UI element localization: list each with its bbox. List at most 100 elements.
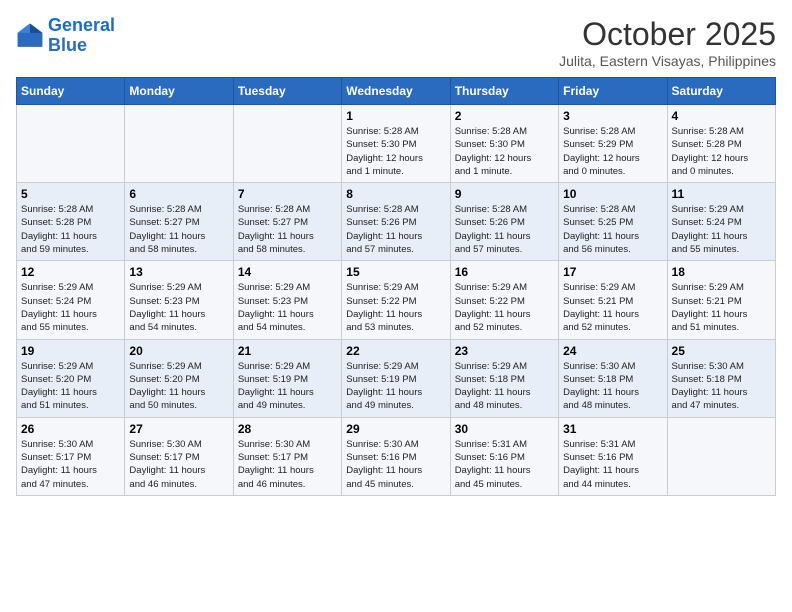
calendar-cell: 9 Sunrise: 5:28 AMSunset: 5:26 PMDaylight… [450, 183, 558, 261]
day-number: 26 [21, 422, 120, 436]
day-number: 8 [346, 187, 445, 201]
calendar-cell: 26 Sunrise: 5:30 AMSunset: 5:17 PMDayligh… [17, 417, 125, 495]
header-wednesday: Wednesday [342, 78, 450, 105]
calendar-cell: 16 Sunrise: 5:29 AMSunset: 5:22 PMDayligh… [450, 261, 558, 339]
calendar-week-row: 1 Sunrise: 5:28 AMSunset: 5:30 PMDaylight… [17, 105, 776, 183]
day-details: Sunrise: 5:29 AMSunset: 5:20 PMDaylight:… [21, 360, 120, 413]
location-subtitle: Julita, Eastern Visayas, Philippines [559, 53, 776, 69]
logo-line1: General [48, 15, 115, 35]
day-details: Sunrise: 5:30 AMSunset: 5:16 PMDaylight:… [346, 438, 445, 491]
calendar-cell: 19 Sunrise: 5:29 AMSunset: 5:20 PMDayligh… [17, 339, 125, 417]
day-details: Sunrise: 5:28 AMSunset: 5:26 PMDaylight:… [455, 203, 554, 256]
day-details: Sunrise: 5:29 AMSunset: 5:23 PMDaylight:… [238, 281, 337, 334]
day-number: 17 [563, 265, 662, 279]
header-tuesday: Tuesday [233, 78, 341, 105]
day-number: 20 [129, 344, 228, 358]
day-number: 16 [455, 265, 554, 279]
calendar-cell: 1 Sunrise: 5:28 AMSunset: 5:30 PMDaylight… [342, 105, 450, 183]
day-details: Sunrise: 5:30 AMSunset: 5:17 PMDaylight:… [238, 438, 337, 491]
calendar-cell: 20 Sunrise: 5:29 AMSunset: 5:20 PMDayligh… [125, 339, 233, 417]
day-details: Sunrise: 5:29 AMSunset: 5:24 PMDaylight:… [672, 203, 771, 256]
day-details: Sunrise: 5:28 AMSunset: 5:26 PMDaylight:… [346, 203, 445, 256]
calendar-cell: 30 Sunrise: 5:31 AMSunset: 5:16 PMDayligh… [450, 417, 558, 495]
day-number: 30 [455, 422, 554, 436]
day-details: Sunrise: 5:28 AMSunset: 5:27 PMDaylight:… [238, 203, 337, 256]
day-details: Sunrise: 5:28 AMSunset: 5:27 PMDaylight:… [129, 203, 228, 256]
day-number: 4 [672, 109, 771, 123]
day-details: Sunrise: 5:29 AMSunset: 5:22 PMDaylight:… [346, 281, 445, 334]
day-details: Sunrise: 5:28 AMSunset: 5:30 PMDaylight:… [455, 125, 554, 178]
day-number: 18 [672, 265, 771, 279]
calendar-cell: 15Sunrise: 5:29 AMSunset: 5:22 PMDayligh… [342, 261, 450, 339]
calendar-cell: 10Sunrise: 5:28 AMSunset: 5:25 PMDayligh… [559, 183, 667, 261]
calendar-cell [667, 417, 775, 495]
header-monday: Monday [125, 78, 233, 105]
day-details: Sunrise: 5:29 AMSunset: 5:20 PMDaylight:… [129, 360, 228, 413]
day-number: 23 [455, 344, 554, 358]
calendar-cell [233, 105, 341, 183]
calendar-week-row: 19 Sunrise: 5:29 AMSunset: 5:20 PMDayligh… [17, 339, 776, 417]
day-details: Sunrise: 5:30 AMSunset: 5:17 PMDaylight:… [129, 438, 228, 491]
logo-icon [16, 22, 44, 50]
calendar-cell: 14Sunrise: 5:29 AMSunset: 5:23 PMDayligh… [233, 261, 341, 339]
day-details: Sunrise: 5:29 AMSunset: 5:21 PMDaylight:… [563, 281, 662, 334]
calendar-cell: 22 Sunrise: 5:29 AMSunset: 5:19 PMDayligh… [342, 339, 450, 417]
calendar-cell: 29Sunrise: 5:30 AMSunset: 5:16 PMDayligh… [342, 417, 450, 495]
day-number: 1 [346, 109, 445, 123]
day-number: 28 [238, 422, 337, 436]
calendar-cell: 18 Sunrise: 5:29 AMSunset: 5:21 PMDayligh… [667, 261, 775, 339]
day-number: 19 [21, 344, 120, 358]
day-details: Sunrise: 5:29 AMSunset: 5:22 PMDaylight:… [455, 281, 554, 334]
day-number: 12 [21, 265, 120, 279]
calendar-cell: 27 Sunrise: 5:30 AMSunset: 5:17 PMDayligh… [125, 417, 233, 495]
day-number: 27 [129, 422, 228, 436]
day-details: Sunrise: 5:31 AMSunset: 5:16 PMDaylight:… [455, 438, 554, 491]
header-thursday: Thursday [450, 78, 558, 105]
page-header: General Blue October 2025 Julita, Easter… [16, 16, 776, 69]
calendar-table: SundayMondayTuesdayWednesdayThursdayFrid… [16, 77, 776, 496]
day-number: 5 [21, 187, 120, 201]
day-number: 11 [672, 187, 771, 201]
day-details: Sunrise: 5:30 AMSunset: 5:18 PMDaylight:… [563, 360, 662, 413]
day-details: Sunrise: 5:29 AMSunset: 5:19 PMDaylight:… [346, 360, 445, 413]
day-number: 2 [455, 109, 554, 123]
day-details: Sunrise: 5:29 AMSunset: 5:18 PMDaylight:… [455, 360, 554, 413]
day-number: 21 [238, 344, 337, 358]
calendar-cell [125, 105, 233, 183]
day-details: Sunrise: 5:28 AMSunset: 5:29 PMDaylight:… [563, 125, 662, 178]
calendar-cell: 13Sunrise: 5:29 AMSunset: 5:23 PMDayligh… [125, 261, 233, 339]
day-number: 3 [563, 109, 662, 123]
calendar-cell: 3 Sunrise: 5:28 AMSunset: 5:29 PMDaylight… [559, 105, 667, 183]
calendar-cell [17, 105, 125, 183]
day-number: 6 [129, 187, 228, 201]
day-details: Sunrise: 5:31 AMSunset: 5:16 PMDaylight:… [563, 438, 662, 491]
day-details: Sunrise: 5:29 AMSunset: 5:23 PMDaylight:… [129, 281, 228, 334]
day-details: Sunrise: 5:29 AMSunset: 5:21 PMDaylight:… [672, 281, 771, 334]
calendar-cell: 12Sunrise: 5:29 AMSunset: 5:24 PMDayligh… [17, 261, 125, 339]
day-details: Sunrise: 5:30 AMSunset: 5:18 PMDaylight:… [672, 360, 771, 413]
day-number: 22 [346, 344, 445, 358]
calendar-cell: 11 Sunrise: 5:29 AMSunset: 5:24 PMDayligh… [667, 183, 775, 261]
day-number: 10 [563, 187, 662, 201]
day-number: 9 [455, 187, 554, 201]
month-title: October 2025 [559, 16, 776, 53]
logo-text: General Blue [48, 16, 115, 56]
calendar-cell: 2 Sunrise: 5:28 AMSunset: 5:30 PMDaylight… [450, 105, 558, 183]
calendar-cell: 8 Sunrise: 5:28 AMSunset: 5:26 PMDaylight… [342, 183, 450, 261]
calendar-cell: 17 Sunrise: 5:29 AMSunset: 5:21 PMDayligh… [559, 261, 667, 339]
calendar-cell: 23 Sunrise: 5:29 AMSunset: 5:18 PMDayligh… [450, 339, 558, 417]
calendar-cell: 7 Sunrise: 5:28 AMSunset: 5:27 PMDaylight… [233, 183, 341, 261]
day-number: 7 [238, 187, 337, 201]
day-number: 25 [672, 344, 771, 358]
calendar-cell: 24Sunrise: 5:30 AMSunset: 5:18 PMDayligh… [559, 339, 667, 417]
calendar-week-row: 12Sunrise: 5:29 AMSunset: 5:24 PMDayligh… [17, 261, 776, 339]
calendar-header-row: SundayMondayTuesdayWednesdayThursdayFrid… [17, 78, 776, 105]
day-details: Sunrise: 5:28 AMSunset: 5:28 PMDaylight:… [672, 125, 771, 178]
header-friday: Friday [559, 78, 667, 105]
calendar-cell: 4 Sunrise: 5:28 AMSunset: 5:28 PMDaylight… [667, 105, 775, 183]
calendar-week-row: 5 Sunrise: 5:28 AMSunset: 5:28 PMDaylight… [17, 183, 776, 261]
day-details: Sunrise: 5:28 AMSunset: 5:30 PMDaylight:… [346, 125, 445, 178]
day-details: Sunrise: 5:28 AMSunset: 5:28 PMDaylight:… [21, 203, 120, 256]
calendar-cell: 28 Sunrise: 5:30 AMSunset: 5:17 PMDayligh… [233, 417, 341, 495]
day-details: Sunrise: 5:30 AMSunset: 5:17 PMDaylight:… [21, 438, 120, 491]
